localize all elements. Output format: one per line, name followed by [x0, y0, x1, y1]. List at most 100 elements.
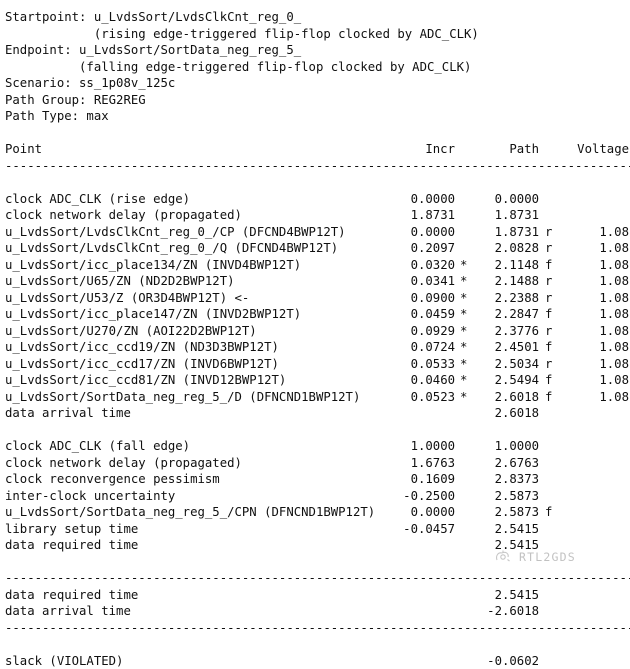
row-path: 2.2847 — [457, 306, 539, 323]
column-header-row: Point Incr Path Voltage — [5, 141, 630, 158]
row-point: data arrival time — [5, 603, 131, 620]
row-path: 2.8373 — [457, 471, 539, 488]
row-incr: 0.0000 — [373, 224, 455, 241]
row-incr: 0.0523 — [373, 389, 455, 406]
timing-row: u_LvdsSort/SortData_neg_reg_5_/CPN (DFNC… — [5, 504, 630, 521]
path-group-line: Path Group: REG2REG — [5, 92, 630, 109]
row-path: 2.4501 — [457, 339, 539, 356]
row-incr: 1.6763 — [373, 455, 455, 472]
row-voltage: 1.08 — [553, 224, 629, 241]
row-voltage: 1.08 — [553, 273, 629, 290]
row-point: inter-clock uncertainty — [5, 488, 175, 505]
row-point: data required time — [5, 537, 138, 554]
row-point: u_LvdsSort/U65/ZN (ND2D2BWP12T) — [5, 273, 235, 290]
row-point: clock ADC_CLK (rise edge) — [5, 191, 190, 208]
spacer — [5, 422, 630, 439]
row-point: u_LvdsSort/SortData_neg_reg_5_/CPN (DFNC… — [5, 504, 375, 521]
row-point: u_LvdsSort/U53/Z (OR3D4BWP12T) <- — [5, 290, 249, 307]
row-path: -2.6018 — [457, 603, 539, 620]
row-incr: 0.0000 — [373, 504, 455, 521]
row-voltage: 1.08 — [553, 339, 629, 356]
row-incr: 0.0929 — [373, 323, 455, 340]
slack-row-container: slack (VIOLATED) -0.0602 — [5, 653, 630, 669]
row-voltage: 1.08 — [553, 323, 629, 340]
row-incr: 0.0533 — [373, 356, 455, 373]
row-incr: 1.8731 — [373, 207, 455, 224]
row-incr: -0.2500 — [373, 488, 455, 505]
row-voltage: 1.08 — [553, 290, 629, 307]
row-path: 2.5873 — [457, 488, 539, 505]
separator-header: ----------------------------------------… — [5, 158, 630, 175]
row-point: u_LvdsSort/LvdsClkCnt_reg_0_/CP (DFCND4B… — [5, 224, 346, 241]
row-path: 2.6763 — [457, 455, 539, 472]
timing-row: u_LvdsSort/icc_place134/ZN (INVD4BWP12T)… — [5, 257, 630, 274]
launch-path-rows: clock ADC_CLK (rise edge)0.00000.0000clo… — [5, 191, 630, 422]
slack-row: slack (VIOLATED) -0.0602 — [5, 653, 630, 669]
summary-rows: data required time2.5415data arrival tim… — [5, 587, 630, 620]
timing-row: u_LvdsSort/U65/ZN (ND2D2BWP12T)0.0341*2.… — [5, 273, 630, 290]
timing-row: u_LvdsSort/U53/Z (OR3D4BWP12T) <-0.0900*… — [5, 290, 630, 307]
row-point: u_LvdsSort/U270/ZN (AOI22D2BWP12T) — [5, 323, 257, 340]
column-header-point: Point — [5, 141, 42, 158]
row-path: 2.6018 — [457, 389, 539, 406]
capture-path-rows: clock ADC_CLK (fall edge)1.00001.0000clo… — [5, 438, 630, 554]
row-point: u_LvdsSort/icc_ccd81/ZN (INVD12BWP12T) — [5, 372, 286, 389]
timing-row: u_LvdsSort/U270/ZN (AOI22D2BWP12T) 0.0929… — [5, 323, 630, 340]
row-path: 2.5034 — [457, 356, 539, 373]
row-path: 2.5415 — [457, 587, 539, 604]
timing-row: clock network delay (propagated) 1.67632.… — [5, 455, 630, 472]
row-path: 2.5494 — [457, 372, 539, 389]
row-path: 2.1148 — [457, 257, 539, 274]
row-voltage: 1.08 — [553, 306, 629, 323]
timing-row: clock reconvergence pessimism0.16092.837… — [5, 471, 630, 488]
timing-row: u_LvdsSort/icc_ccd81/ZN (INVD12BWP12T) 0.… — [5, 372, 630, 389]
row-path: -0.0602 — [457, 653, 539, 669]
separator-summary-top: ----------------------------------------… — [5, 570, 630, 587]
startpoint-line: Startpoint: u_LvdsSort/LvdsClkCnt_reg_0_ — [5, 9, 630, 26]
row-point: u_LvdsSort/icc_place147/ZN (INVD2BWP12T) — [5, 306, 301, 323]
row-point: u_LvdsSort/SortData_neg_reg_5_/D (DFNCND… — [5, 389, 360, 406]
path-type-line: Path Type: max — [5, 108, 630, 125]
row-incr: -0.0457 — [373, 521, 455, 538]
startpoint-detail-line: (rising edge-triggered flip-flop clocked… — [5, 26, 630, 43]
row-point: u_LvdsSort/icc_place134/ZN (INVD4BWP12T) — [5, 257, 301, 274]
row-edge: f — [545, 504, 555, 521]
row-path: 2.3776 — [457, 323, 539, 340]
row-point: library setup time — [5, 521, 138, 538]
row-incr: 0.0341 — [373, 273, 455, 290]
row-path: 2.5415 — [457, 537, 539, 554]
row-point: slack (VIOLATED) — [5, 653, 123, 669]
spacer — [5, 125, 630, 142]
row-path: 2.5873 — [457, 504, 539, 521]
timing-row: u_LvdsSort/LvdsClkCnt_reg_0_/Q (DFCND4BW… — [5, 240, 630, 257]
report-preamble: Startpoint: u_LvdsSort/LvdsClkCnt_reg_0_… — [5, 9, 630, 125]
row-incr: 0.0000 — [373, 191, 455, 208]
row-path: 2.0828 — [457, 240, 539, 257]
row-incr: 1.0000 — [373, 438, 455, 455]
row-point: u_LvdsSort/icc_ccd17/ZN (INVD6BWP12T) — [5, 356, 279, 373]
row-incr: 0.2097 — [373, 240, 455, 257]
summary-row: data required time2.5415 — [5, 587, 630, 604]
spacer — [5, 636, 630, 653]
row-incr: 0.0900 — [373, 290, 455, 307]
row-path: 0.0000 — [457, 191, 539, 208]
row-incr: 0.0459 — [373, 306, 455, 323]
row-point: u_LvdsSort/icc_ccd19/ZN (ND3D3BWP12T) — [5, 339, 279, 356]
row-point: u_LvdsSort/LvdsClkCnt_reg_0_/Q (DFCND4BW… — [5, 240, 338, 257]
row-point: clock network delay (propagated) — [5, 455, 242, 472]
row-voltage: 1.08 — [553, 356, 629, 373]
column-header-voltage: Voltage — [553, 141, 629, 158]
timing-row: u_LvdsSort/icc_place147/ZN (INVD2BWP12T)… — [5, 306, 630, 323]
timing-row: u_LvdsSort/icc_ccd19/ZN (ND3D3BWP12T) 0.0… — [5, 339, 630, 356]
row-incr: 0.0460 — [373, 372, 455, 389]
row-path: 2.2388 — [457, 290, 539, 307]
spacer — [5, 554, 630, 571]
timing-row: u_LvdsSort/LvdsClkCnt_reg_0_/CP (DFCND4B… — [5, 224, 630, 241]
row-path: 2.1488 — [457, 273, 539, 290]
timing-row: u_LvdsSort/icc_ccd17/ZN (INVD6BWP12T) 0.0… — [5, 356, 630, 373]
row-incr: 0.1609 — [373, 471, 455, 488]
endpoint-detail-line: (falling edge-triggered flip-flop clocke… — [5, 59, 630, 76]
row-incr: 0.0724 — [373, 339, 455, 356]
endpoint-line: Endpoint: u_LvdsSort/SortData_neg_reg_5_ — [5, 42, 630, 59]
row-point: clock network delay (propagated) — [5, 207, 242, 224]
